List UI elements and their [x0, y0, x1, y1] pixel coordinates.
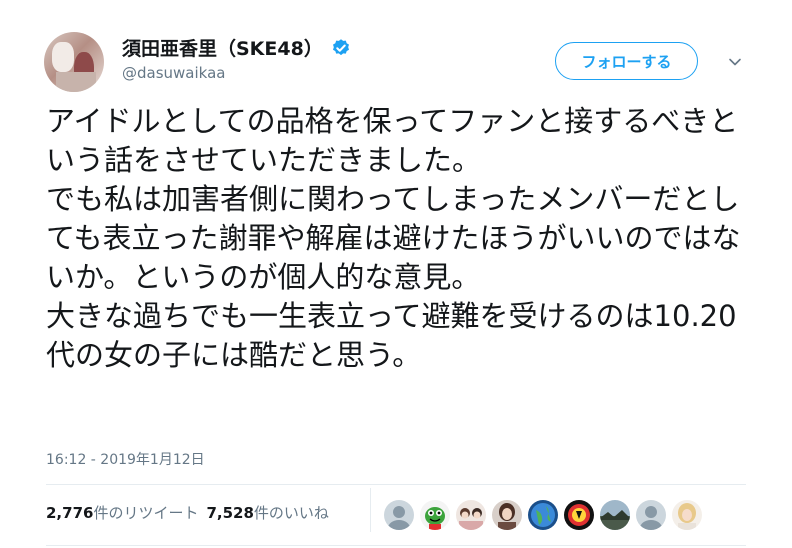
verified-badge-icon	[332, 38, 349, 55]
follow-button[interactable]: フォローする	[555, 42, 698, 80]
like-stat[interactable]: 7,528件のいいね	[206, 504, 328, 522]
tweet-stats: 2,776件のリツイート 7,528件のいいね	[46, 502, 329, 523]
chevron-down-icon[interactable]	[727, 54, 743, 70]
globe-avatar-icon[interactable]	[528, 500, 558, 530]
landscape-avatar-icon[interactable]	[600, 500, 630, 530]
sports-logo-avatar-icon[interactable]	[564, 500, 594, 530]
like-count: 7,528	[206, 504, 254, 522]
retweet-count: 2,776	[46, 504, 94, 522]
user-handle[interactable]: @dasuwaikaa	[122, 64, 225, 82]
profile-avatar[interactable]	[44, 32, 104, 92]
group-photo-avatar-icon[interactable]	[456, 500, 486, 530]
display-name-row[interactable]: 須田亜香里（SKE48）	[122, 34, 351, 61]
retweet-stat[interactable]: 2,776件のリツイート	[46, 504, 198, 522]
like-label: 件のいいね	[253, 504, 329, 522]
tweet-timestamp[interactable]: 16:12 - 2019年1月12日	[46, 449, 205, 469]
display-name[interactable]: 須田亜香里（SKE48）	[122, 34, 323, 61]
default-avatar-icon[interactable]	[384, 500, 414, 530]
likers-avatars	[384, 500, 708, 530]
retweet-label: 件のリツイート	[93, 504, 199, 522]
blonde-person-avatar-icon[interactable]	[672, 500, 702, 530]
frog-character-avatar-icon[interactable]	[420, 500, 450, 530]
default-avatar-icon[interactable]	[636, 500, 666, 530]
divider-bottom	[46, 545, 746, 546]
divider-top	[46, 484, 746, 485]
stats-divider	[370, 488, 371, 532]
person-photo-avatar-icon[interactable]	[492, 500, 522, 530]
tweet-text: アイドルとしての品格を保ってファンと接するべきという話をさせていただきました。 …	[46, 104, 741, 372]
